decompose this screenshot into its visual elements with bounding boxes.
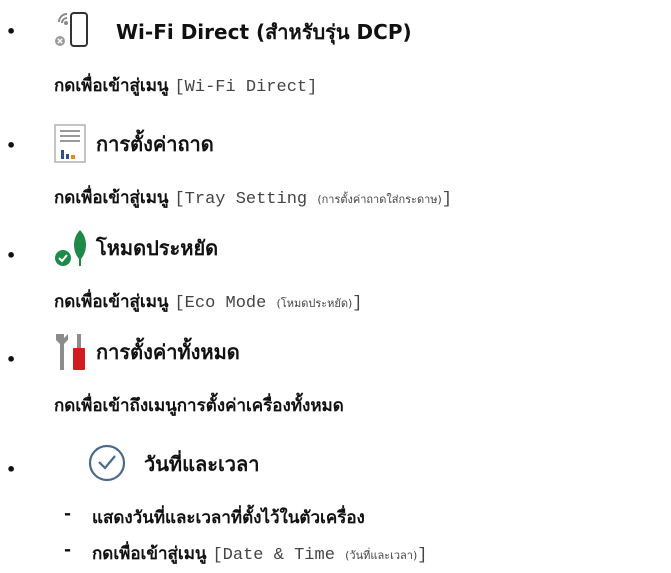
item-title: โหมดประหยัด — [96, 236, 219, 260]
clock-icon — [87, 443, 127, 487]
menu-code: [Date & Time (วันที่และเวลา)] — [212, 546, 428, 565]
item-title: วันที่และเวลา — [144, 452, 260, 476]
bullet: • — [6, 350, 17, 369]
bullet: • — [6, 246, 17, 265]
sub-bullet: - — [64, 540, 72, 560]
item-title: Wi-Fi Direct (สำหรับรุ่น DCP) — [116, 20, 412, 44]
item-subdescription: แสดงวันที่และเวลาที่ตั้งไว้ในตัวเครื่อง — [92, 508, 365, 528]
menu-code: [Wi-Fi Direct] — [174, 78, 318, 97]
item-subdescription: กดเพื่อเข้าสู่เมนู [Date & Time (วันที่แ… — [92, 544, 428, 565]
item-title: การตั้งค่าถาด — [96, 132, 214, 156]
bullet: • — [6, 460, 17, 479]
wifi-direct-icon — [53, 10, 91, 54]
bullet: • — [6, 136, 17, 155]
tray-setting-icon — [54, 124, 88, 168]
eco-leaf-icon — [54, 226, 94, 272]
bullet: • — [6, 22, 17, 41]
menu-code: [Eco Mode (โหมดประหยัด)] — [174, 294, 363, 313]
item-description: กดเพื่อเข้าสู่เมนู [Tray Setting (การตั้… — [54, 188, 453, 209]
sub-bullet: - — [64, 504, 72, 524]
all-settings-tools-icon — [54, 330, 94, 376]
menu-code: [Tray Setting (การตั้งค่าถาดใส่กระดาษ)] — [174, 190, 453, 209]
item-description: กดเพื่อเข้าสู่เมนู [Eco Mode (โหมดประหยั… — [54, 292, 363, 313]
item-title: การตั้งค่าทั้งหมด — [96, 340, 240, 364]
item-description: กดเพื่อเข้าถึงเมนูการตั้งค่าเครื่องทั้งห… — [54, 396, 344, 416]
item-description: กดเพื่อเข้าสู่เมนู [Wi-Fi Direct] — [54, 76, 318, 97]
